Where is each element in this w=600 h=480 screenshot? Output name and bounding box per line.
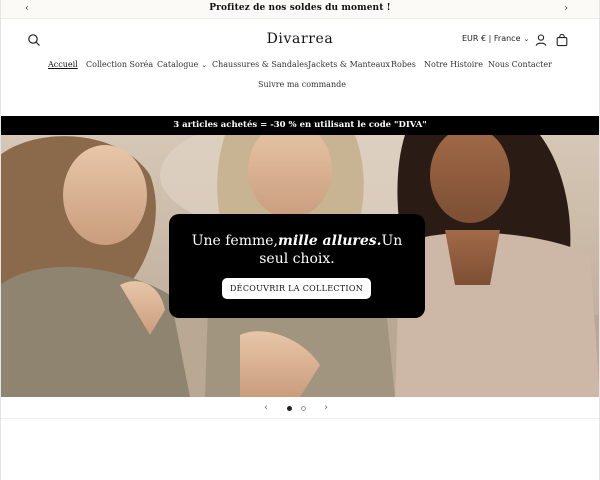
hero-slideshow: Une femme,mille allures.Un seul choix. D… [0, 135, 600, 397]
chevron-down-icon: ⌄ [523, 35, 530, 43]
nav-item-nous-contacter[interactable]: Nous Contacter [488, 60, 552, 69]
hero-title-emphasis: mille allures. [278, 233, 382, 249]
announcement-text: Profitez de nos soldes du moment ! [209, 3, 391, 13]
slide-dot-1[interactable] [287, 406, 292, 411]
currency-country-selector[interactable]: EUR € | France ⌄ [462, 34, 529, 43]
slideshow-controls: ‹ › [0, 397, 600, 419]
nav-item-suivre-commande[interactable]: Suivre ma commande [258, 80, 346, 89]
hero-text-card: Une femme,mille allures.Un seul choix. D… [169, 214, 425, 318]
account-icon[interactable] [534, 33, 548, 47]
announcement-next-icon[interactable]: › [559, 2, 573, 16]
announcement-bar: ‹ Profitez de nos soldes du moment ! › [0, 0, 600, 19]
nav-item-catalogue[interactable]: Catalogue ⌄ [157, 60, 207, 69]
locale-label: EUR € | France [462, 34, 521, 43]
nav-item-notre-histoire[interactable]: Notre Histoire [424, 60, 483, 69]
site-header: Divarrea EUR € | France ⌄ Accueil Collect… [0, 19, 600, 116]
nav-item-catalogue-label: Catalogue [157, 60, 199, 69]
chevron-left-icon[interactable]: ‹ [260, 402, 272, 414]
hero-title: Une femme,mille allures.Un seul choix. [177, 232, 417, 268]
nav-item-accueil[interactable]: Accueil [48, 60, 78, 69]
chevron-down-icon: ⌄ [201, 61, 208, 69]
cart-icon[interactable] [555, 33, 569, 47]
promo-banner: 3 articles achetés = -30 % en utilisant … [0, 116, 600, 135]
nav-item-chaussures-sandales[interactable]: Chaussures & Sandales [212, 60, 308, 69]
nav-item-collection-sorea[interactable]: Collection Soréa [86, 60, 153, 69]
chevron-right-icon[interactable]: › [320, 402, 332, 414]
nav-item-jackets-manteaux[interactable]: Jackets & Manteaux [308, 60, 390, 69]
discover-collection-button[interactable]: DÉCOUVRIR LA COLLECTION [222, 278, 371, 299]
hero-title-part1: Une femme, [191, 233, 278, 249]
nav-item-robes[interactable]: Robes [391, 60, 416, 69]
slide-dot-2[interactable] [301, 406, 306, 411]
